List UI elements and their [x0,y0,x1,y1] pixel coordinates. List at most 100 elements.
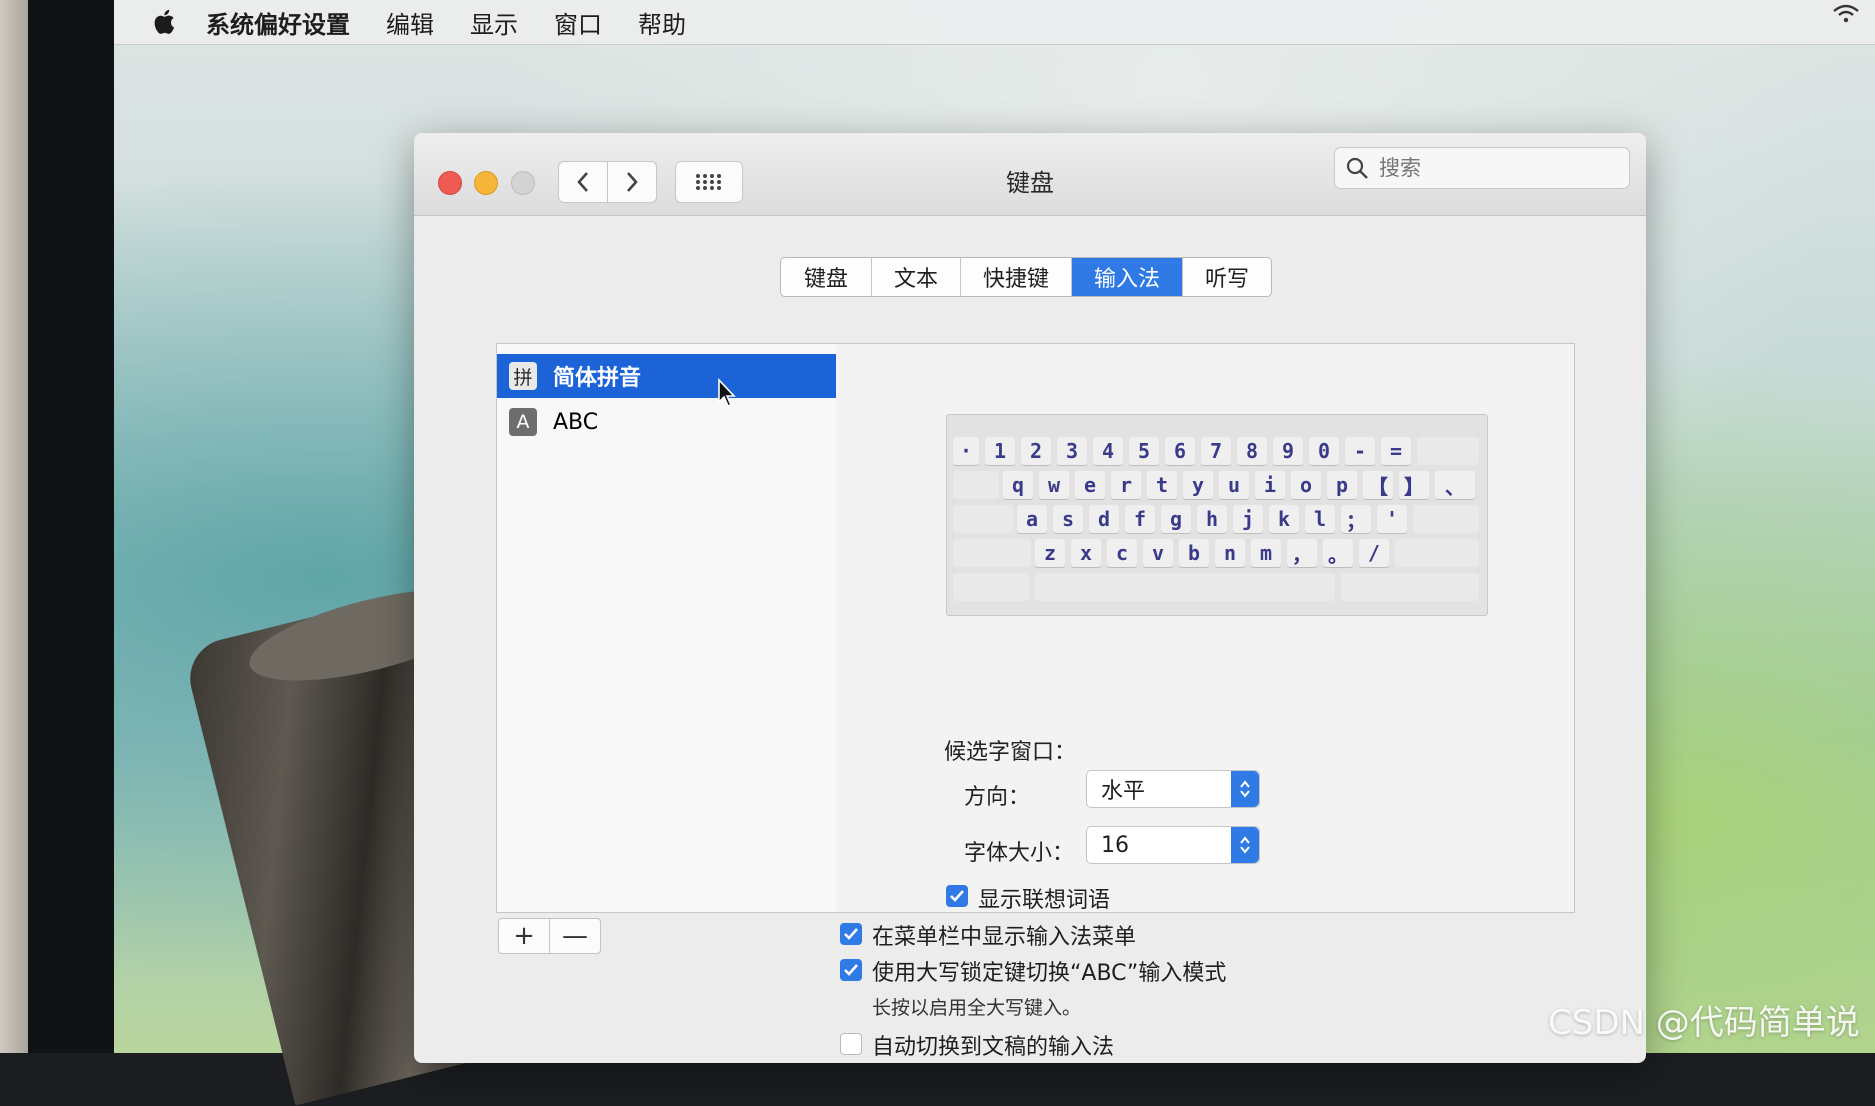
input-source-list[interactable]: 拼 简体拼音 A ABC [496,343,838,913]
abc-icon: A [509,408,537,436]
monitor-edge [28,0,114,1053]
menubar: 系统偏好设置 编辑 显示 窗口 帮助 [114,0,1875,45]
search-icon [1346,157,1368,179]
tab-dictation[interactable]: 听写 [1183,258,1271,296]
key: 。 [1323,539,1353,567]
wifi-icon[interactable] [1831,4,1861,24]
key: 、 [1435,471,1475,499]
list-item-pinyin[interactable]: 拼 简体拼音 [497,354,837,407]
key: / [1359,539,1389,567]
key: m [1251,539,1281,567]
key-return [1413,505,1479,533]
key: s [1053,505,1083,533]
window-titlebar: 键盘 [414,133,1646,216]
key: = [1381,437,1411,465]
key: 2 [1021,437,1051,465]
key: - [1345,437,1375,465]
key-space [1035,573,1335,601]
key: 】 [1399,471,1429,499]
key-modifiers-left [953,573,1029,601]
tab-shortcuts[interactable]: 快捷键 [961,258,1072,296]
key: g [1161,505,1191,533]
list-add-remove-controls: + — [498,918,601,954]
key: ' [1377,505,1407,533]
checkmark-icon [950,890,964,902]
add-input-source-button[interactable]: + [499,919,550,953]
watermark: CSDN @代码简单说 [1548,1003,1860,1043]
key: 6 [1165,437,1195,465]
list-item-abc[interactable]: A ABC [497,400,837,444]
menu-view[interactable]: 显示 [470,5,518,40]
key: 8 [1237,437,1267,465]
auto-switch-checkbox[interactable] [840,1033,862,1055]
auto-switch-label: 自动切换到文稿的输入法 [872,1035,1115,1060]
key: i [1255,471,1285,499]
key: 【 [1363,471,1393,499]
menu-help[interactable]: 帮助 [638,5,686,40]
search-field[interactable] [1334,147,1630,189]
key: p [1327,471,1357,499]
direction-label: 方向： [964,785,1031,810]
key: 5 [1129,437,1159,465]
key-shift-left [953,539,1031,567]
tab-input-sources[interactable]: 输入法 [1072,258,1183,296]
key: q [1003,471,1033,499]
menu-app-name[interactable]: 系统偏好设置 [206,5,350,40]
show-predictions-label: 显示联想词语 [978,888,1111,913]
font-size-label: 字体大小： [964,841,1075,866]
monitor-bezel [0,0,28,1053]
checkmark-icon [844,928,858,940]
list-item-label: 简体拼音 [553,366,642,391]
key: 1 [985,437,1015,465]
keyboard-layout-preview: · 1 2 3 4 5 6 7 8 9 0 - = q w e r t y u … [946,414,1488,616]
search-input[interactable] [1377,155,1611,181]
key: a [1017,505,1047,533]
font-size-select[interactable]: 16 [1086,826,1260,864]
key: r [1111,471,1141,499]
direction-select[interactable]: 水平 [1086,770,1260,808]
keyboard-preferences-window: 键盘 键盘 文本 快捷键 输入法 听写 拼 简体拼音 A ABC · 1 2 3… [414,133,1646,1063]
key: u [1219,471,1249,499]
key: y [1183,471,1213,499]
caps-lock-switch-checkbox[interactable] [840,959,862,981]
key: h [1197,505,1227,533]
input-source-detail: · 1 2 3 4 5 6 7 8 9 0 - = q w e r t y u … [836,343,1575,913]
show-input-menu-checkbox[interactable] [840,923,862,945]
key: o [1291,471,1321,499]
show-predictions-checkbox[interactable] [946,885,968,907]
key: z [1035,539,1065,567]
key: c [1107,539,1137,567]
caps-lock-switch-label: 使用大写锁定键切换“ABC”输入模式 [872,961,1227,986]
key: ； [1341,505,1371,533]
remove-input-source-button[interactable]: — [550,919,600,953]
key: x [1071,539,1101,567]
key: 7 [1201,437,1231,465]
key-tab [953,471,999,499]
font-size-value: 16 [1101,832,1129,858]
key-modifiers-right [1341,573,1479,601]
key: ， [1287,539,1317,567]
menu-edit[interactable]: 编辑 [386,5,434,40]
key-caps [953,505,1013,533]
tab-text[interactable]: 文本 [872,258,961,296]
checkmark-icon [844,964,858,976]
key: f [1125,505,1155,533]
key: b [1179,539,1209,567]
tab-bar: 键盘 文本 快捷键 输入法 听写 [780,257,1272,297]
key: l [1305,505,1335,533]
key: e [1075,471,1105,499]
select-arrows-icon [1231,771,1259,807]
key-delete [1417,437,1479,465]
key: d [1089,505,1119,533]
key: n [1215,539,1245,567]
apple-menu-icon[interactable] [152,8,180,36]
menu-window[interactable]: 窗口 [554,5,602,40]
key: j [1233,505,1263,533]
key: 9 [1273,437,1303,465]
tab-keyboard[interactable]: 键盘 [781,258,872,296]
key: · [953,437,979,465]
select-arrows-icon [1231,827,1259,863]
candidate-window-heading: 候选字窗口： [944,740,1077,765]
key: v [1143,539,1173,567]
show-input-menu-label: 在菜单栏中显示输入法菜单 [872,925,1137,950]
